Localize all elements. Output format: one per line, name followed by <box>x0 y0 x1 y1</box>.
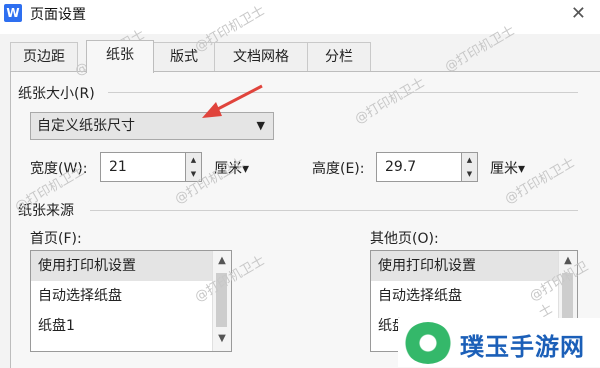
paper-source-group-label: 纸张来源 <box>18 200 78 220</box>
scrollbar[interactable]: ▲ ▼ <box>212 251 231 351</box>
list-item[interactable]: 纸盘1 <box>31 311 231 341</box>
wps-app-icon: W <box>4 4 22 22</box>
first-page-listbox[interactable]: 使用打印机设置 自动选择纸盘 纸盘1 ▲ ▼ <box>30 250 232 352</box>
height-input[interactable]: 29.7 <box>376 152 462 182</box>
site-logo: 璞玉手游网 <box>398 318 600 367</box>
spin-up-icon[interactable]: ▲ <box>462 153 477 167</box>
height-label: 高度(E): <box>312 161 365 177</box>
width-unit-select[interactable]: 厘米▾ <box>214 158 249 178</box>
tab-paper[interactable]: 纸张 <box>86 40 154 73</box>
other-pages-label: 其他页(O): <box>370 231 439 247</box>
dialog-title: 页面设置 <box>30 7 86 23</box>
spin-down-icon[interactable]: ▼ <box>462 167 477 181</box>
list-item[interactable]: 使用打印机设置 <box>31 251 231 281</box>
tab-columns[interactable]: 分栏 <box>307 42 371 71</box>
scroll-up-icon[interactable]: ▲ <box>559 255 577 266</box>
logo-mark-icon <box>404 322 452 364</box>
paper-size-selected-value: 自定义纸张尺寸 <box>37 118 135 134</box>
spin-down-icon[interactable]: ▼ <box>186 167 201 181</box>
tab-document-grid[interactable]: 文档网格 <box>214 42 308 71</box>
spin-up-icon[interactable]: ▲ <box>186 153 201 167</box>
group-divider <box>90 210 578 211</box>
width-spinner[interactable]: ▲ ▼ <box>186 152 202 182</box>
logo-text: 璞玉手游网 <box>460 333 585 361</box>
first-page-label: 首页(F): <box>30 231 82 247</box>
width-label: 宽度(W): <box>30 161 88 177</box>
scroll-down-icon[interactable]: ▼ <box>213 333 231 344</box>
title-bar: W 页面设置 ✕ <box>0 0 600 34</box>
paper-size-select[interactable]: 自定义纸张尺寸 ▼ <box>30 112 274 140</box>
list-item[interactable]: 自动选择纸盘 <box>31 281 231 311</box>
tab-strip: 页边距 纸张 版式 文档网格 分栏 <box>0 40 600 73</box>
paper-size-group-label: 纸张大小(R) <box>18 83 99 103</box>
group-divider <box>108 92 578 93</box>
height-unit-select[interactable]: 厘米▾ <box>490 158 525 178</box>
list-item[interactable]: 自动选择纸盘 <box>371 281 577 311</box>
close-icon[interactable]: ✕ <box>571 3 586 24</box>
tab-layout[interactable]: 版式 <box>153 42 215 71</box>
dropdown-arrow-icon: ▼ <box>256 119 265 132</box>
tab-margins[interactable]: 页边距 <box>10 42 78 71</box>
scroll-up-icon[interactable]: ▲ <box>213 255 231 266</box>
height-spinner[interactable]: ▲ ▼ <box>462 152 478 182</box>
list-item[interactable]: 使用打印机设置 <box>371 251 577 281</box>
width-input[interactable]: 21 <box>100 152 186 182</box>
scrollbar-thumb[interactable] <box>216 273 227 327</box>
